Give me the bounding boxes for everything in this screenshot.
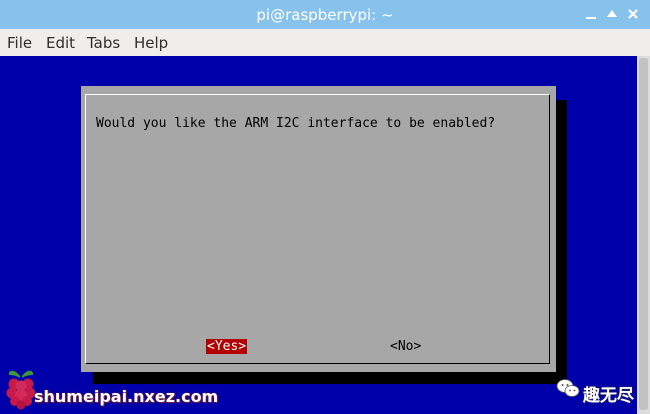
terminal-area[interactable]: Would you like the ARM I2C interface to …: [0, 56, 637, 414]
close-icon[interactable]: [627, 8, 639, 20]
window-title: pi@raspberrypi: ~: [256, 6, 394, 24]
title-bar[interactable]: pi@raspberrypi: ~: [0, 0, 650, 29]
dialog-prompt: Would you like the ARM I2C interface to …: [96, 116, 496, 131]
wechat-icon: [556, 377, 580, 404]
config-dialog: Would you like the ARM I2C interface to …: [81, 86, 556, 372]
menu-bar: File Edit Tabs Help: [0, 29, 650, 56]
terminal-window: pi@raspberrypi: ~ File Edit Tabs Help Wo…: [0, 0, 650, 414]
watermark-brand: 趣无尽: [583, 386, 634, 406]
watermark-site: shumeipai.nxez.com: [34, 387, 219, 406]
menu-help[interactable]: Help: [134, 34, 168, 52]
scrollbar[interactable]: [637, 56, 650, 414]
no-button[interactable]: <No>: [389, 339, 422, 354]
yes-button[interactable]: <Yes>: [206, 339, 248, 354]
minimize-icon[interactable]: [585, 8, 597, 20]
scrollbar-thumb[interactable]: [639, 58, 648, 410]
maximize-icon[interactable]: [606, 8, 618, 20]
menu-edit[interactable]: Edit: [46, 34, 75, 52]
menu-file[interactable]: File: [7, 34, 32, 52]
menu-tabs[interactable]: Tabs: [87, 34, 120, 52]
raspberry-logo-icon: [4, 366, 38, 414]
dialog-frame: [85, 94, 550, 364]
